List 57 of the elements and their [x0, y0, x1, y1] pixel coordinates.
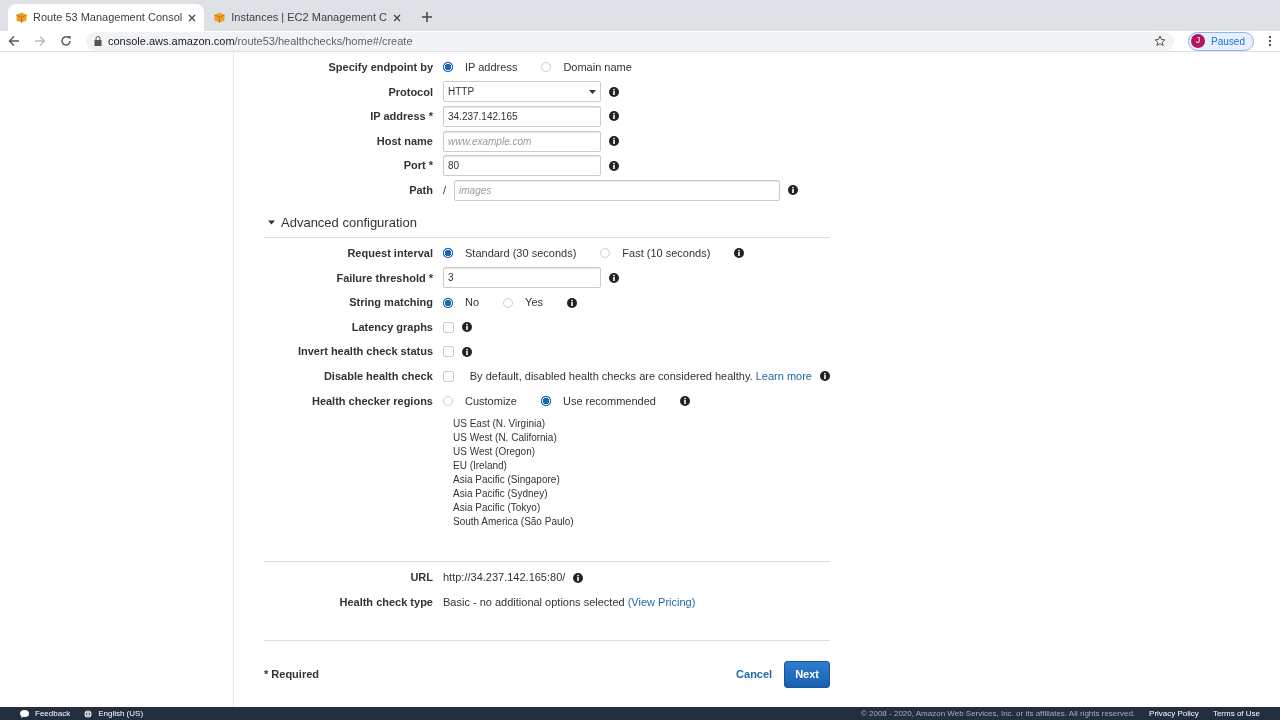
field-label: Invert health check status [296, 344, 434, 360]
region-name: Asia Pacific (Sydney) [453, 487, 549, 502]
input-field[interactable]: 3 [443, 267, 601, 289]
input-field[interactable]: 34.237.142.165 [443, 106, 601, 127]
option-label[interactable]: Use recommended [562, 392, 656, 410]
field-label: Health checker regions [310, 393, 434, 409]
field-label: Failure threshold * [335, 270, 434, 286]
select-field[interactable]: HTTP [443, 81, 601, 103]
browser-tab[interactable]: Instances | EC2 Management C [206, 4, 409, 31]
region-name: South America (São Paulo) [453, 515, 575, 530]
input-field[interactable]: www.example.com [443, 130, 601, 152]
option-label[interactable]: Fast (10 seconds) [622, 245, 711, 262]
url-text[interactable]: console.aws.amazon.com/route53/healthchecks/home#/create [108, 32, 413, 50]
address-bar[interactable]: console.aws.amazon.com/route53/healthchecks/home#/create [86, 31, 1175, 51]
field-label: IP address * [369, 109, 434, 125]
feedback-link[interactable]: Feedback [20, 707, 71, 720]
field-value: Basic - no additional options selected (View Pricing) [443, 594, 696, 610]
path-prefix: / [443, 183, 447, 198]
option-label[interactable]: Domain name [563, 59, 632, 76]
field-label: Health check type [338, 594, 434, 610]
field-label: String matching [348, 295, 434, 311]
copyright-text: © 2008 - 2020, Amazon Web Services, Inc. or its affiliates. All rights reserved. [860, 707, 1136, 720]
pricing-link[interactable]: (View Pricing) [627, 595, 696, 608]
browser-tab[interactable]: Route 53 Management Consol [8, 4, 205, 31]
input-field[interactable]: images [454, 179, 781, 201]
cancel-button[interactable]: Cancel [724, 666, 785, 683]
help-text: By default, disabled health checks are considered healthy. Learn more [469, 369, 812, 385]
field-label: URL [409, 570, 434, 586]
option-label[interactable]: Yes [525, 294, 543, 311]
field-label: Specify endpoint by [327, 60, 434, 76]
footer-link[interactable]: Terms of Use [1212, 707, 1260, 720]
region-name: US West (N. California) [453, 431, 558, 446]
region-name: EU (Ireland) [453, 459, 508, 474]
input-field[interactable]: 80 [443, 155, 601, 177]
region-name: Asia Pacific (Singapore) [453, 473, 561, 488]
region-name: Asia Pacific (Tokyo) [453, 501, 542, 516]
section-title[interactable]: Advanced configuration [281, 212, 417, 233]
field-label: Host name [375, 133, 434, 149]
field-label: Disable health check [322, 369, 434, 385]
option-label[interactable]: Standard (30 seconds) [465, 245, 577, 262]
required-note: * Required [264, 667, 319, 683]
language-selector[interactable]: English (US) [84, 707, 144, 720]
learn-more-link[interactable]: Learn more [755, 370, 812, 383]
field-label: Latency graphs [350, 319, 434, 335]
field-label: Protocol [387, 84, 434, 100]
field-label: Request interval [346, 246, 434, 262]
profile-button[interactable]: J Paused [1188, 31, 1254, 51]
region-name: US East (N. Virginia) [453, 417, 547, 432]
option-label[interactable]: Customize [465, 392, 517, 410]
next-button[interactable]: Next [784, 661, 830, 688]
option-label[interactable]: No [465, 294, 480, 311]
field-value: http://34.237.142.165:80/ [443, 570, 566, 586]
field-label: Port * [402, 158, 434, 174]
option-label[interactable]: IP address [465, 59, 518, 76]
field-label: Path [408, 183, 434, 198]
region-name: US West (Oregon) [453, 445, 537, 460]
footer-link[interactable]: Privacy Policy [1149, 707, 1199, 720]
